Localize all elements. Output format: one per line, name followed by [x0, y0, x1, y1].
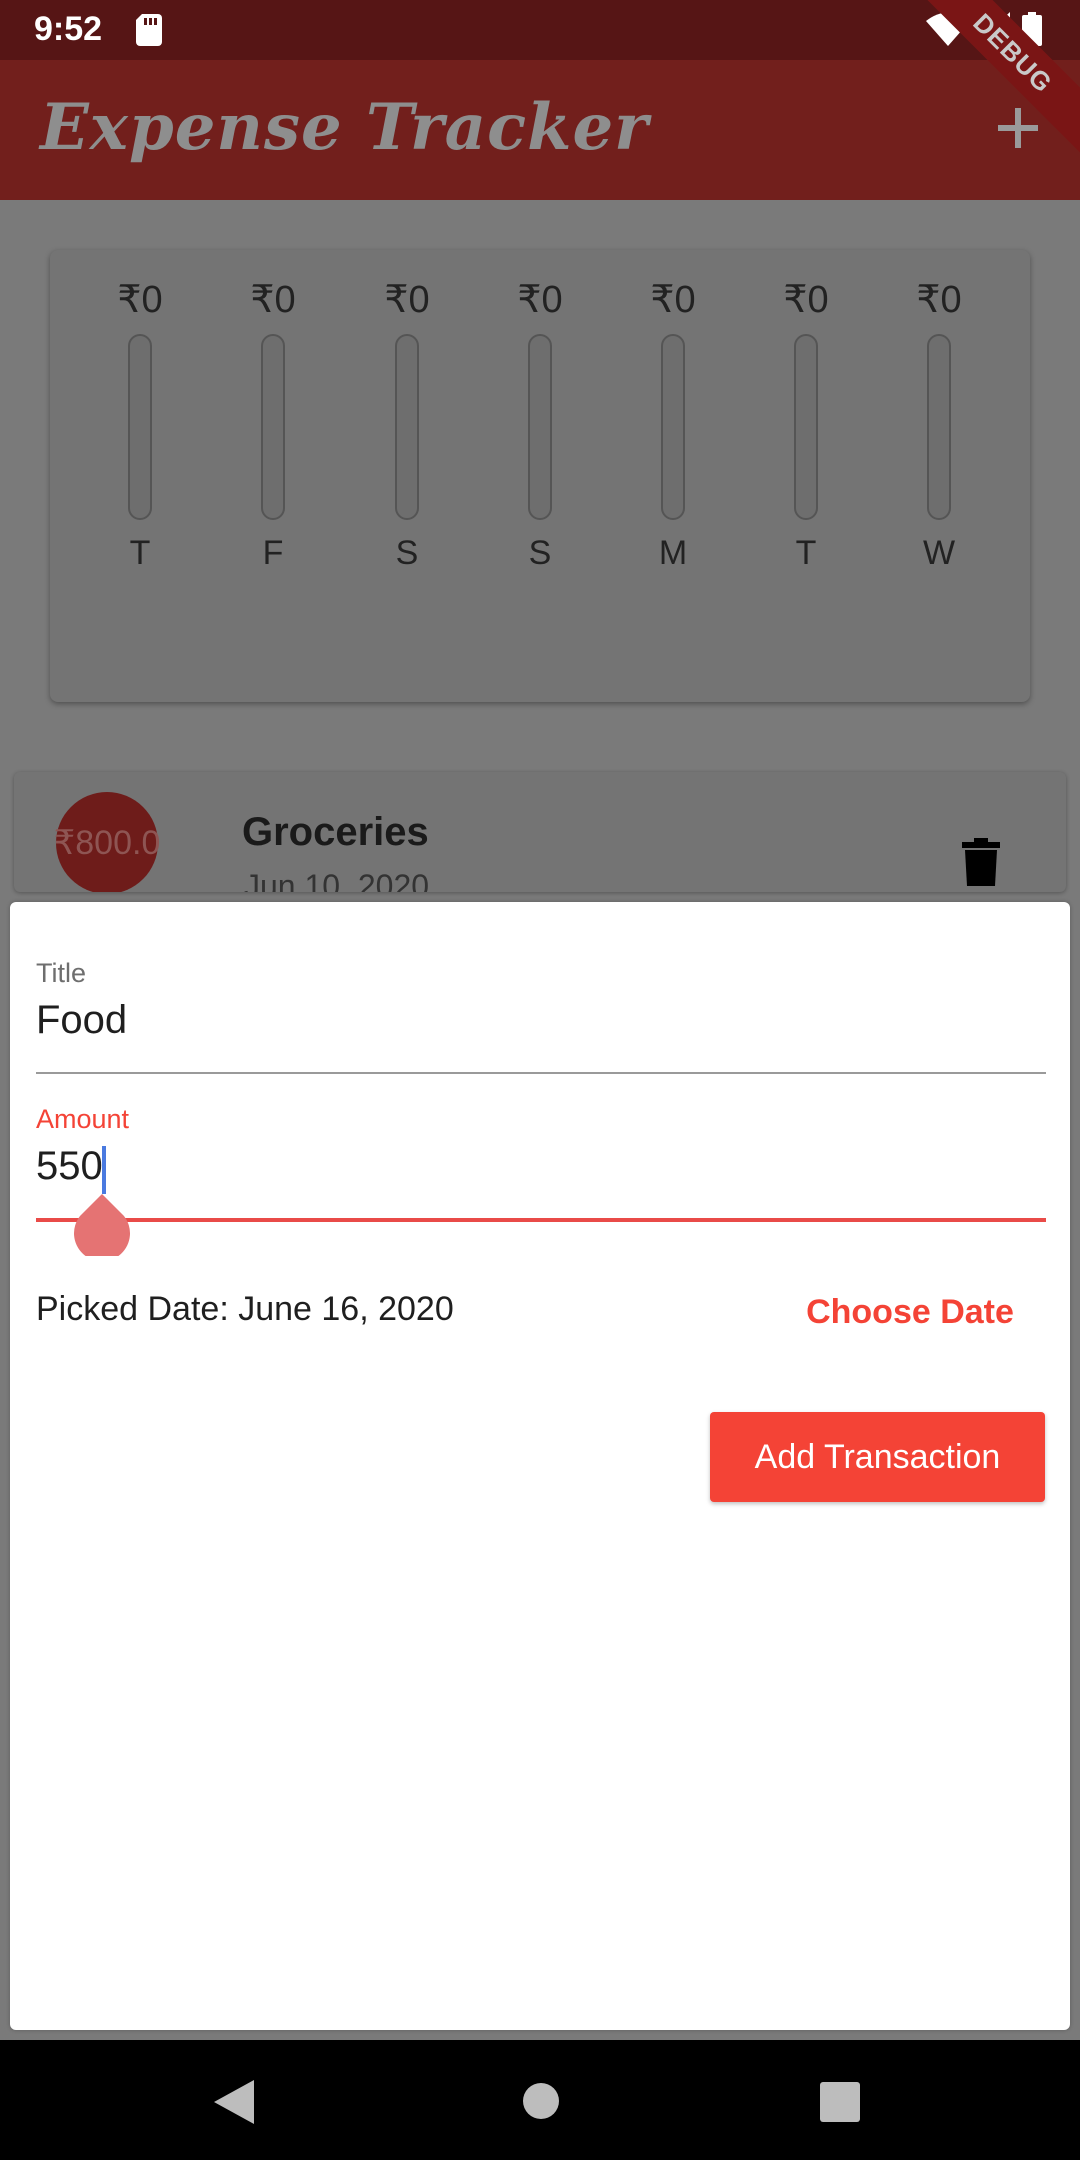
- amount-field[interactable]: 550: [36, 1144, 103, 1189]
- picked-date-text: Picked Date: June 16, 2020: [36, 1290, 454, 1328]
- bar-track: [261, 334, 285, 520]
- status-bar: 9:52: [0, 0, 1080, 60]
- bar-day-label: S: [395, 534, 419, 572]
- bar-track: [128, 334, 152, 520]
- chart-bar: ₹0 M: [618, 276, 728, 573]
- chart-bar: ₹0 S: [352, 276, 462, 573]
- bar-track: [927, 334, 951, 520]
- chart-bar: ₹0 W: [884, 276, 994, 573]
- text-cursor: [102, 1146, 106, 1194]
- bar-amount-label: ₹0: [916, 279, 962, 321]
- add-icon[interactable]: [996, 106, 1040, 150]
- home-icon[interactable]: [522, 2082, 560, 2120]
- bar-track: [528, 334, 552, 520]
- bar-amount-label: ₹0: [250, 279, 296, 321]
- trash-icon[interactable]: [962, 838, 1000, 886]
- bar-amount-label: ₹0: [783, 279, 829, 321]
- transaction-item: ₹800.0 Groceries Jun 10, 2020: [14, 772, 1066, 892]
- amount-field-label: Amount: [36, 1104, 130, 1134]
- text-selection-handle[interactable]: [74, 1194, 130, 1256]
- chart-bar: ₹0 T: [85, 276, 195, 573]
- back-icon[interactable]: [214, 2080, 254, 2124]
- app-bar: Expense Tracker: [0, 60, 1080, 200]
- system-nav-bar: [0, 2040, 1080, 2160]
- transaction-date: Jun 10, 2020: [244, 868, 430, 892]
- bar-day-label: F: [262, 534, 284, 572]
- bar-day-label: S: [528, 534, 552, 572]
- bar-day-label: T: [795, 534, 817, 572]
- bar-day-label: T: [129, 534, 151, 572]
- recents-icon[interactable]: [820, 2082, 860, 2122]
- transaction-amount-avatar: ₹800.0: [54, 792, 160, 892]
- bar-day-label: M: [658, 534, 688, 572]
- status-time: 9:52: [34, 10, 103, 48]
- bar-track: [794, 334, 818, 520]
- weekly-chart: ₹0 T ₹0 F ₹0 S ₹0 S ₹0 M ₹0 T ₹0 W: [50, 250, 1030, 702]
- title-field-underline: [36, 1072, 1046, 1074]
- choose-date-button[interactable]: Choose Date: [790, 1282, 1030, 1342]
- bar-amount-label: ₹0: [650, 279, 696, 321]
- transaction-title: Groceries: [242, 810, 429, 854]
- new-transaction-sheet: Title Food Amount 550 Picked Date: June …: [10, 902, 1070, 2030]
- bar-amount-label: ₹0: [384, 279, 430, 321]
- amount-field-underline: [36, 1218, 1046, 1222]
- app-title: Expense Tracker: [40, 90, 649, 165]
- sd-card-icon: [136, 14, 162, 46]
- bar-amount-label: ₹0: [117, 279, 163, 321]
- bar-track: [395, 334, 419, 520]
- bar-amount-label: ₹0: [517, 279, 563, 321]
- bar-day-label: W: [922, 534, 956, 572]
- title-field-label: Title: [36, 958, 87, 988]
- add-transaction-button[interactable]: Add Transaction: [710, 1412, 1045, 1502]
- chart-bar: ₹0 F: [218, 276, 328, 573]
- chart-bar: ₹0 T: [751, 276, 861, 573]
- bar-track: [661, 334, 685, 520]
- chart-bar: ₹0 S: [485, 276, 595, 573]
- title-field[interactable]: Food: [36, 998, 127, 1043]
